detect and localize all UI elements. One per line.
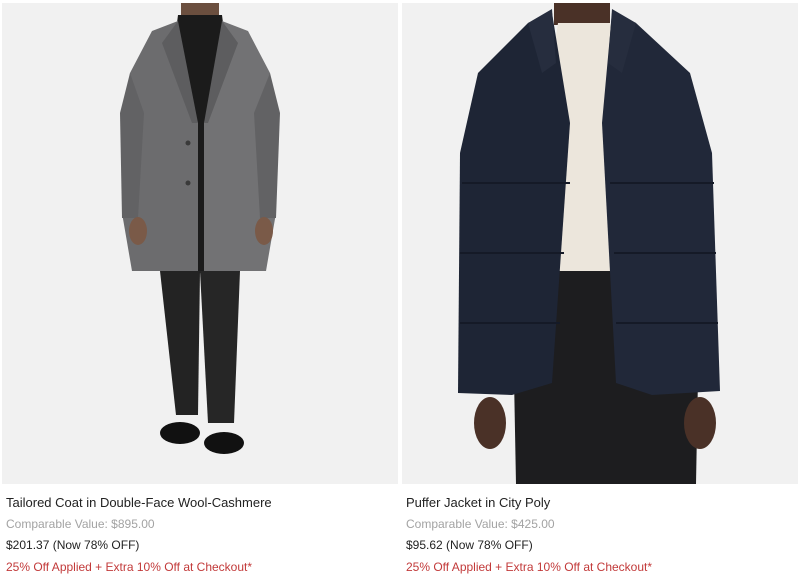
product-card-puffer-jacket[interactable]: Puffer Jacket in City Poly Comparable Va… — [402, 0, 798, 582]
product-title[interactable]: Tailored Coat in Double-Face Wool-Cashme… — [6, 495, 272, 510]
product-image[interactable] — [2, 3, 398, 484]
puffer-model-illustration — [402, 3, 798, 484]
comparable-value: Comparable Value: $425.00 — [406, 517, 555, 531]
comparable-value: Comparable Value: $895.00 — [6, 517, 155, 531]
product-card-tailored-coat[interactable]: Tailored Coat in Double-Face Wool-Cashme… — [2, 0, 398, 582]
sale-price: $95.62 (Now 78% OFF) — [406, 538, 533, 552]
sale-price: $201.37 (Now 78% OFF) — [6, 538, 140, 552]
promo-text: 25% Off Applied + Extra 10% Off at Check… — [6, 560, 253, 574]
promo-text: 25% Off Applied + Extra 10% Off at Check… — [406, 560, 653, 574]
coat-model-illustration — [2, 3, 398, 484]
product-title[interactable]: Puffer Jacket in City Poly — [406, 495, 550, 510]
product-image[interactable] — [402, 3, 798, 484]
